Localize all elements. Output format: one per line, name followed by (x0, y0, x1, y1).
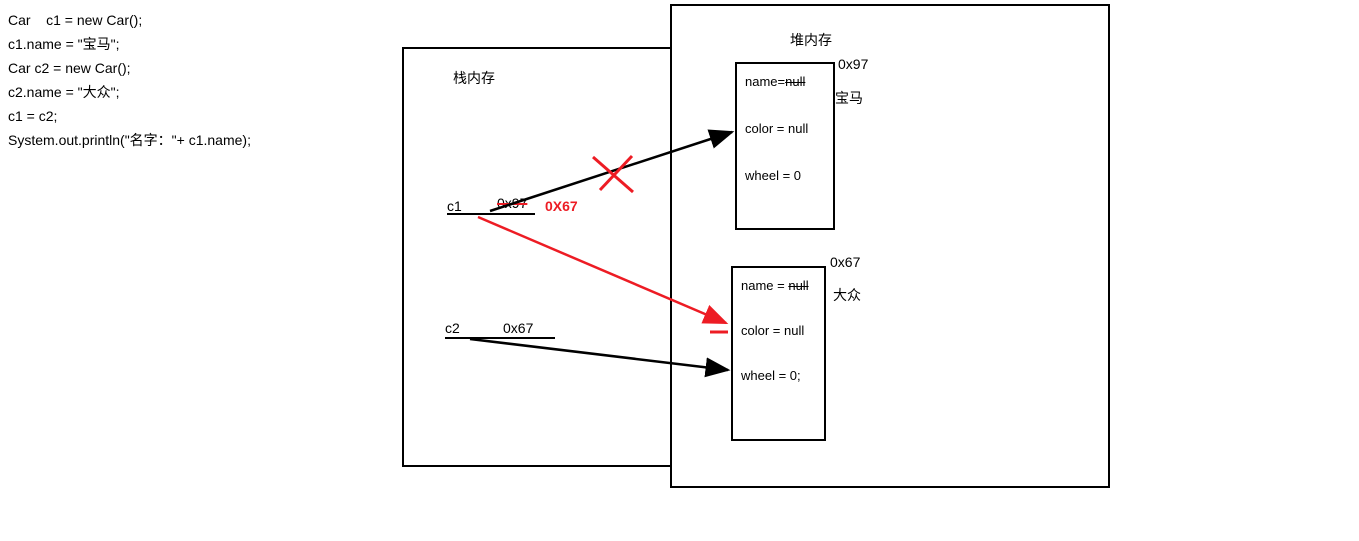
stack-var-c1-label: c1 (447, 198, 462, 214)
heap-obj2-box: name = null color = null wheel = 0; (731, 266, 826, 441)
stack-title: 栈内存 (453, 68, 495, 88)
stack-var-c2-addr: 0x67 (503, 320, 533, 336)
heap-obj1-name: name=null (745, 74, 833, 89)
heap-obj2-name-prefix: name = (741, 278, 788, 293)
stack-var-c1-addr-old: 0x97 (497, 195, 527, 211)
code-block: Car c1 = new Car(); c1.name = "宝马"; Car … (8, 8, 251, 152)
heap-obj1-name-prefix: name= (745, 74, 785, 89)
heap-obj2-name: name = null (741, 278, 824, 293)
stack-memory-box (402, 47, 672, 467)
heap-obj2-name-value: 大众 (833, 285, 861, 305)
stack-var-c2-label: c2 (445, 320, 460, 336)
heap-obj2-wheel: wheel = 0; (741, 368, 824, 383)
code-line-3: Car c2 = new Car(); (8, 56, 251, 80)
code-line-6: System.out.println("名字："+ c1.name); (8, 128, 251, 152)
code-line-4: c2.name = "大众"; (8, 80, 251, 104)
heap-obj2-name-null: null (788, 278, 808, 293)
stack-var-c1-addr-new: 0X67 (545, 198, 578, 214)
code-line-2: c1.name = "宝马"; (8, 32, 251, 56)
heap-obj1-wheel: wheel = 0 (745, 168, 833, 183)
heap-obj1-address: 0x97 (838, 56, 868, 72)
heap-obj1-box: name=null color = null wheel = 0 (735, 62, 835, 230)
heap-title: 堆内存 (790, 30, 832, 50)
code-line-1: Car c1 = new Car(); (8, 8, 251, 32)
heap-obj2-address: 0x67 (830, 254, 860, 270)
heap-obj1-name-value: 宝马 (835, 88, 863, 108)
heap-obj2-color: color = null (741, 323, 824, 338)
heap-obj1-color: color = null (745, 121, 833, 136)
heap-obj1-name-null: null (785, 74, 805, 89)
code-line-5: c1 = c2; (8, 104, 251, 128)
